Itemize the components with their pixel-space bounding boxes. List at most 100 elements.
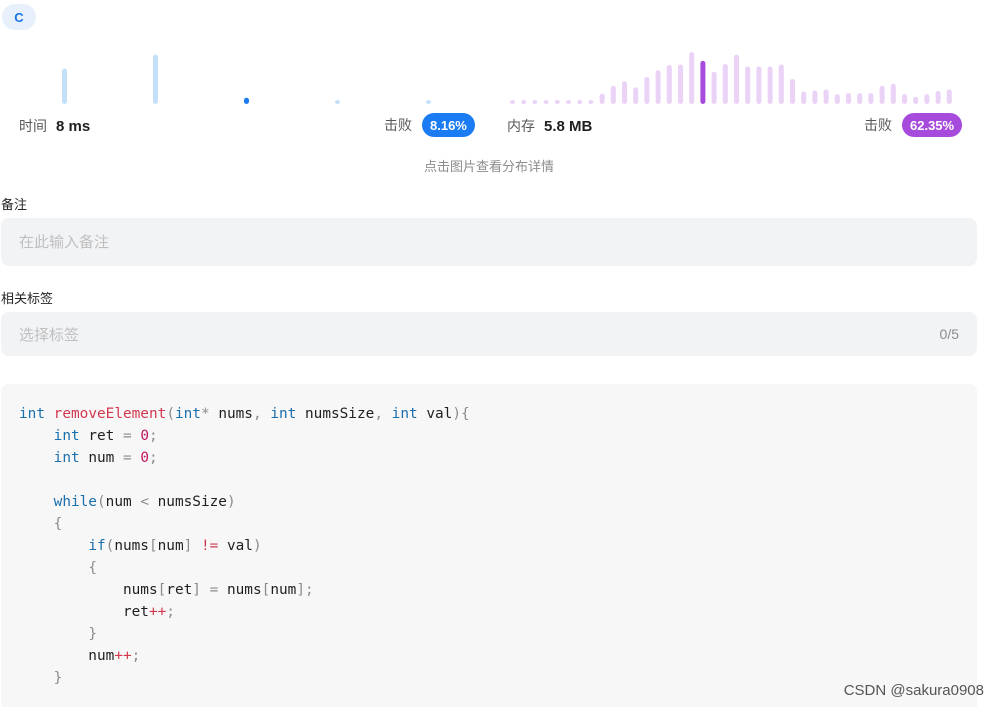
- code-line: ret++;: [19, 601, 959, 623]
- code-token: num: [157, 538, 184, 554]
- memory-bar[interactable]: [902, 94, 907, 104]
- memory-bar[interactable]: [577, 100, 583, 104]
- runtime-beats: 击败 8.16%: [384, 113, 475, 137]
- code-token: int: [391, 406, 418, 422]
- notes-field[interactable]: [1, 218, 977, 266]
- memory-bar[interactable]: [812, 90, 818, 104]
- code-token: =: [122, 428, 132, 444]
- code-token: <: [140, 494, 149, 510]
- tags-select[interactable]: 选择标签 0/5: [1, 312, 977, 356]
- memory-bar[interactable]: [543, 100, 549, 104]
- memory-bar[interactable]: [924, 94, 930, 104]
- memory-distribution-chart[interactable]: [500, 40, 970, 106]
- memory-bar[interactable]: [610, 85, 616, 104]
- memory-bar[interactable]: [834, 94, 840, 104]
- tags-placeholder: 选择标签: [19, 326, 80, 344]
- code-line: nums[ret] = nums[num];: [19, 579, 959, 601]
- code-token: [: [148, 538, 158, 554]
- code-token: numsSize: [296, 406, 375, 422]
- code-token: ret: [19, 604, 149, 620]
- code-line: }: [19, 623, 959, 645]
- runtime-distribution-svg[interactable]: [0, 40, 480, 106]
- notes-input[interactable]: [19, 233, 959, 251]
- memory-bar[interactable]: [711, 71, 717, 104]
- memory-bar[interactable]: [756, 66, 762, 104]
- code-token: num: [270, 582, 297, 598]
- code-token: if: [88, 538, 106, 554]
- code-token: num: [79, 450, 123, 466]
- memory-bar[interactable]: [521, 100, 527, 104]
- memory-bar[interactable]: [913, 96, 919, 104]
- code-token: int: [19, 406, 45, 422]
- memory-bar[interactable]: [722, 63, 728, 104]
- memory-bar[interactable]: [778, 64, 784, 104]
- code-token: [: [261, 582, 271, 598]
- memory-bar[interactable]: [767, 66, 773, 104]
- notes-label: 备注: [1, 197, 28, 212]
- memory-bar[interactable]: [622, 81, 627, 104]
- code-content: int removeElement(int* nums, int numsSiz…: [19, 403, 959, 689]
- memory-bar[interactable]: [666, 65, 672, 104]
- memory-bar[interactable]: [633, 87, 639, 104]
- code-token: [: [157, 582, 167, 598]
- memory-bar[interactable]: [745, 66, 751, 104]
- code-token: }: [53, 670, 63, 686]
- runtime-bar[interactable]: [335, 100, 340, 104]
- code-token: val: [417, 406, 453, 422]
- memory-bar[interactable]: [946, 89, 952, 104]
- code-token: }: [88, 626, 97, 642]
- code-token: ;: [149, 450, 158, 466]
- memory-bar[interactable]: [644, 76, 650, 104]
- memory-bar[interactable]: [935, 91, 941, 104]
- memory-bar[interactable]: [588, 100, 594, 104]
- tags-label: 相关标签: [1, 291, 54, 306]
- memory-bar[interactable]: [599, 93, 605, 104]
- runtime-distribution-chart[interactable]: [0, 40, 480, 106]
- memory-bar[interactable]: [554, 100, 560, 104]
- memory-bar[interactable]: [655, 70, 661, 104]
- code-token: *: [200, 406, 210, 422]
- memory-bar[interactable]: [823, 89, 829, 104]
- memory-distribution-svg[interactable]: [500, 40, 970, 106]
- memory-bar[interactable]: [846, 93, 851, 104]
- code-token: ret: [79, 428, 123, 444]
- code-token: ,: [252, 406, 262, 422]
- runtime-bar[interactable]: [62, 68, 67, 104]
- language-badge[interactable]: C: [2, 4, 36, 30]
- code-token: nums: [19, 582, 158, 598]
- memory-bar[interactable]: [890, 83, 896, 104]
- memory-bar[interactable]: [510, 100, 515, 104]
- memory-bar[interactable]: [689, 52, 695, 104]
- code-token: removeElement: [53, 406, 167, 422]
- runtime-bar[interactable]: [426, 100, 431, 104]
- runtime-label: 时间: [19, 118, 47, 134]
- memory-beats: 击败 62.35%: [864, 113, 963, 137]
- memory-bar[interactable]: [678, 64, 683, 104]
- memory-bar[interactable]: [532, 100, 538, 104]
- code-token: ;: [149, 428, 158, 444]
- runtime-bar[interactable]: [153, 54, 158, 104]
- memory-bar[interactable]: [879, 85, 885, 104]
- memory-bar[interactable]: [566, 100, 571, 104]
- code-token: int: [53, 428, 80, 444]
- memory-bar[interactable]: [868, 93, 874, 104]
- memory-bar[interactable]: [801, 91, 807, 104]
- memory-bar[interactable]: [790, 79, 795, 104]
- code-token: !=: [200, 538, 219, 554]
- code-token: 0: [140, 428, 149, 444]
- memory-bar[interactable]: [700, 60, 706, 104]
- code-line: int ret = 0;: [19, 425, 959, 447]
- runtime-bar[interactable]: [244, 97, 249, 104]
- memory-bar[interactable]: [857, 93, 863, 104]
- memory-bar[interactable]: [734, 54, 739, 104]
- code-token: val: [218, 538, 253, 554]
- code-token: ++: [148, 604, 167, 620]
- runtime-value: 8 ms: [56, 117, 91, 135]
- code-token: num: [105, 494, 141, 510]
